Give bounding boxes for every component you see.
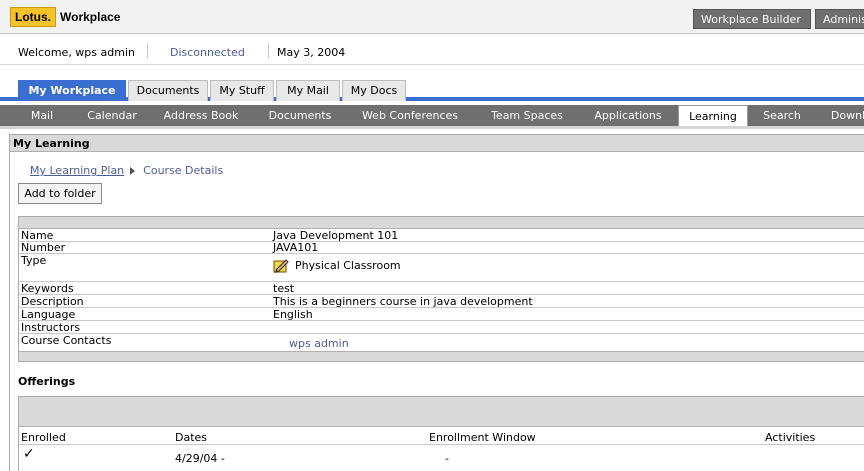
- subtab-mail[interactable]: Mail: [18, 105, 66, 126]
- divider: [19, 444, 864, 445]
- subtab-web-conferences[interactable]: Web Conferences: [350, 105, 470, 126]
- subtab-learning[interactable]: Learning: [678, 105, 748, 126]
- course-type-text: Physical Classroom: [295, 259, 401, 272]
- subtab-applications[interactable]: Applications: [584, 105, 672, 126]
- offerings-table: Enrolled Dates Enrollment Window Activit…: [18, 396, 864, 471]
- detail-value-type: Physical Classroom: [273, 258, 401, 274]
- tab-my-stuff[interactable]: My Stuff: [210, 80, 274, 101]
- offering-enrollment-window: -: [445, 452, 449, 465]
- subtab-calendar[interactable]: Calendar: [76, 105, 148, 126]
- subtab-search[interactable]: Search: [752, 105, 812, 126]
- detail-label: Type: [21, 254, 47, 267]
- divider: [19, 320, 864, 321]
- divider: [147, 43, 148, 58]
- divider: [19, 333, 864, 334]
- logo-brand: Lotus.: [10, 6, 56, 27]
- offerings-header-bar: [19, 397, 864, 427]
- subtab-team-spaces[interactable]: Team Spaces: [480, 105, 574, 126]
- add-to-folder-button[interactable]: Add to folder: [18, 183, 102, 204]
- subtab-address-book[interactable]: Address Book: [156, 105, 246, 126]
- divider: [19, 307, 864, 308]
- tab-my-docs[interactable]: My Docs: [342, 80, 406, 101]
- details-header-bar: [19, 217, 864, 229]
- top-bar: Lotus. Workplace Workplace Builder Admin…: [0, 0, 864, 34]
- workplace-builder-button[interactable]: Workplace Builder: [693, 9, 811, 29]
- welcome-bar: Welcome, wps admin Disconnected May 3, 2…: [0, 37, 864, 65]
- main-tabs: My Workplace Documents My Stuff My Mail …: [0, 80, 864, 101]
- chevron-right-icon: [130, 167, 136, 175]
- subtab-documents[interactable]: Documents: [258, 105, 342, 126]
- portlet-title: My Learning: [10, 135, 864, 152]
- administration-button[interactable]: Adminis: [815, 9, 864, 29]
- offerings-title: Offerings: [18, 375, 76, 388]
- divider: [19, 241, 864, 242]
- divider: [19, 253, 864, 254]
- connection-status-link[interactable]: Disconnected: [170, 46, 245, 59]
- divider: [19, 281, 864, 282]
- tab-documents[interactable]: Documents: [128, 80, 208, 101]
- enrolled-check-icon: ✓: [23, 446, 35, 462]
- logo-product: Workplace: [60, 9, 121, 24]
- details-footer-bar: [19, 351, 864, 361]
- tab-my-workplace[interactable]: My Workplace: [18, 80, 126, 101]
- classroom-icon: [273, 259, 289, 273]
- column-header-enrollment-window: Enrollment Window: [429, 431, 536, 444]
- divider: [268, 43, 269, 58]
- breadcrumb-my-learning-plan[interactable]: My Learning Plan: [30, 164, 124, 177]
- column-header-dates: Dates: [175, 431, 208, 444]
- welcome-text: Welcome, wps admin: [18, 46, 135, 59]
- detail-label: Course Contacts: [21, 334, 112, 347]
- breadcrumb: My Learning Plan Course Details: [30, 164, 223, 177]
- subtab-downloads[interactable]: Downl: [818, 105, 864, 126]
- breadcrumb-course-details[interactable]: Course Details: [143, 164, 223, 177]
- course-contact-link[interactable]: wps admin: [289, 337, 349, 350]
- lotus-workplace-logo[interactable]: Lotus. Workplace: [10, 6, 121, 27]
- column-header-activities: Activities: [765, 431, 816, 444]
- tab-my-mail[interactable]: My Mail: [276, 80, 340, 101]
- course-details-table: Name Java Development 101 Number JAVA101…: [18, 216, 864, 362]
- column-header-enrolled: Enrolled: [21, 431, 66, 444]
- current-date: May 3, 2004: [277, 46, 346, 59]
- sub-tabs: Mail Calendar Address Book Documents Web…: [0, 105, 864, 129]
- offering-dates: 4/29/04 -: [175, 452, 225, 465]
